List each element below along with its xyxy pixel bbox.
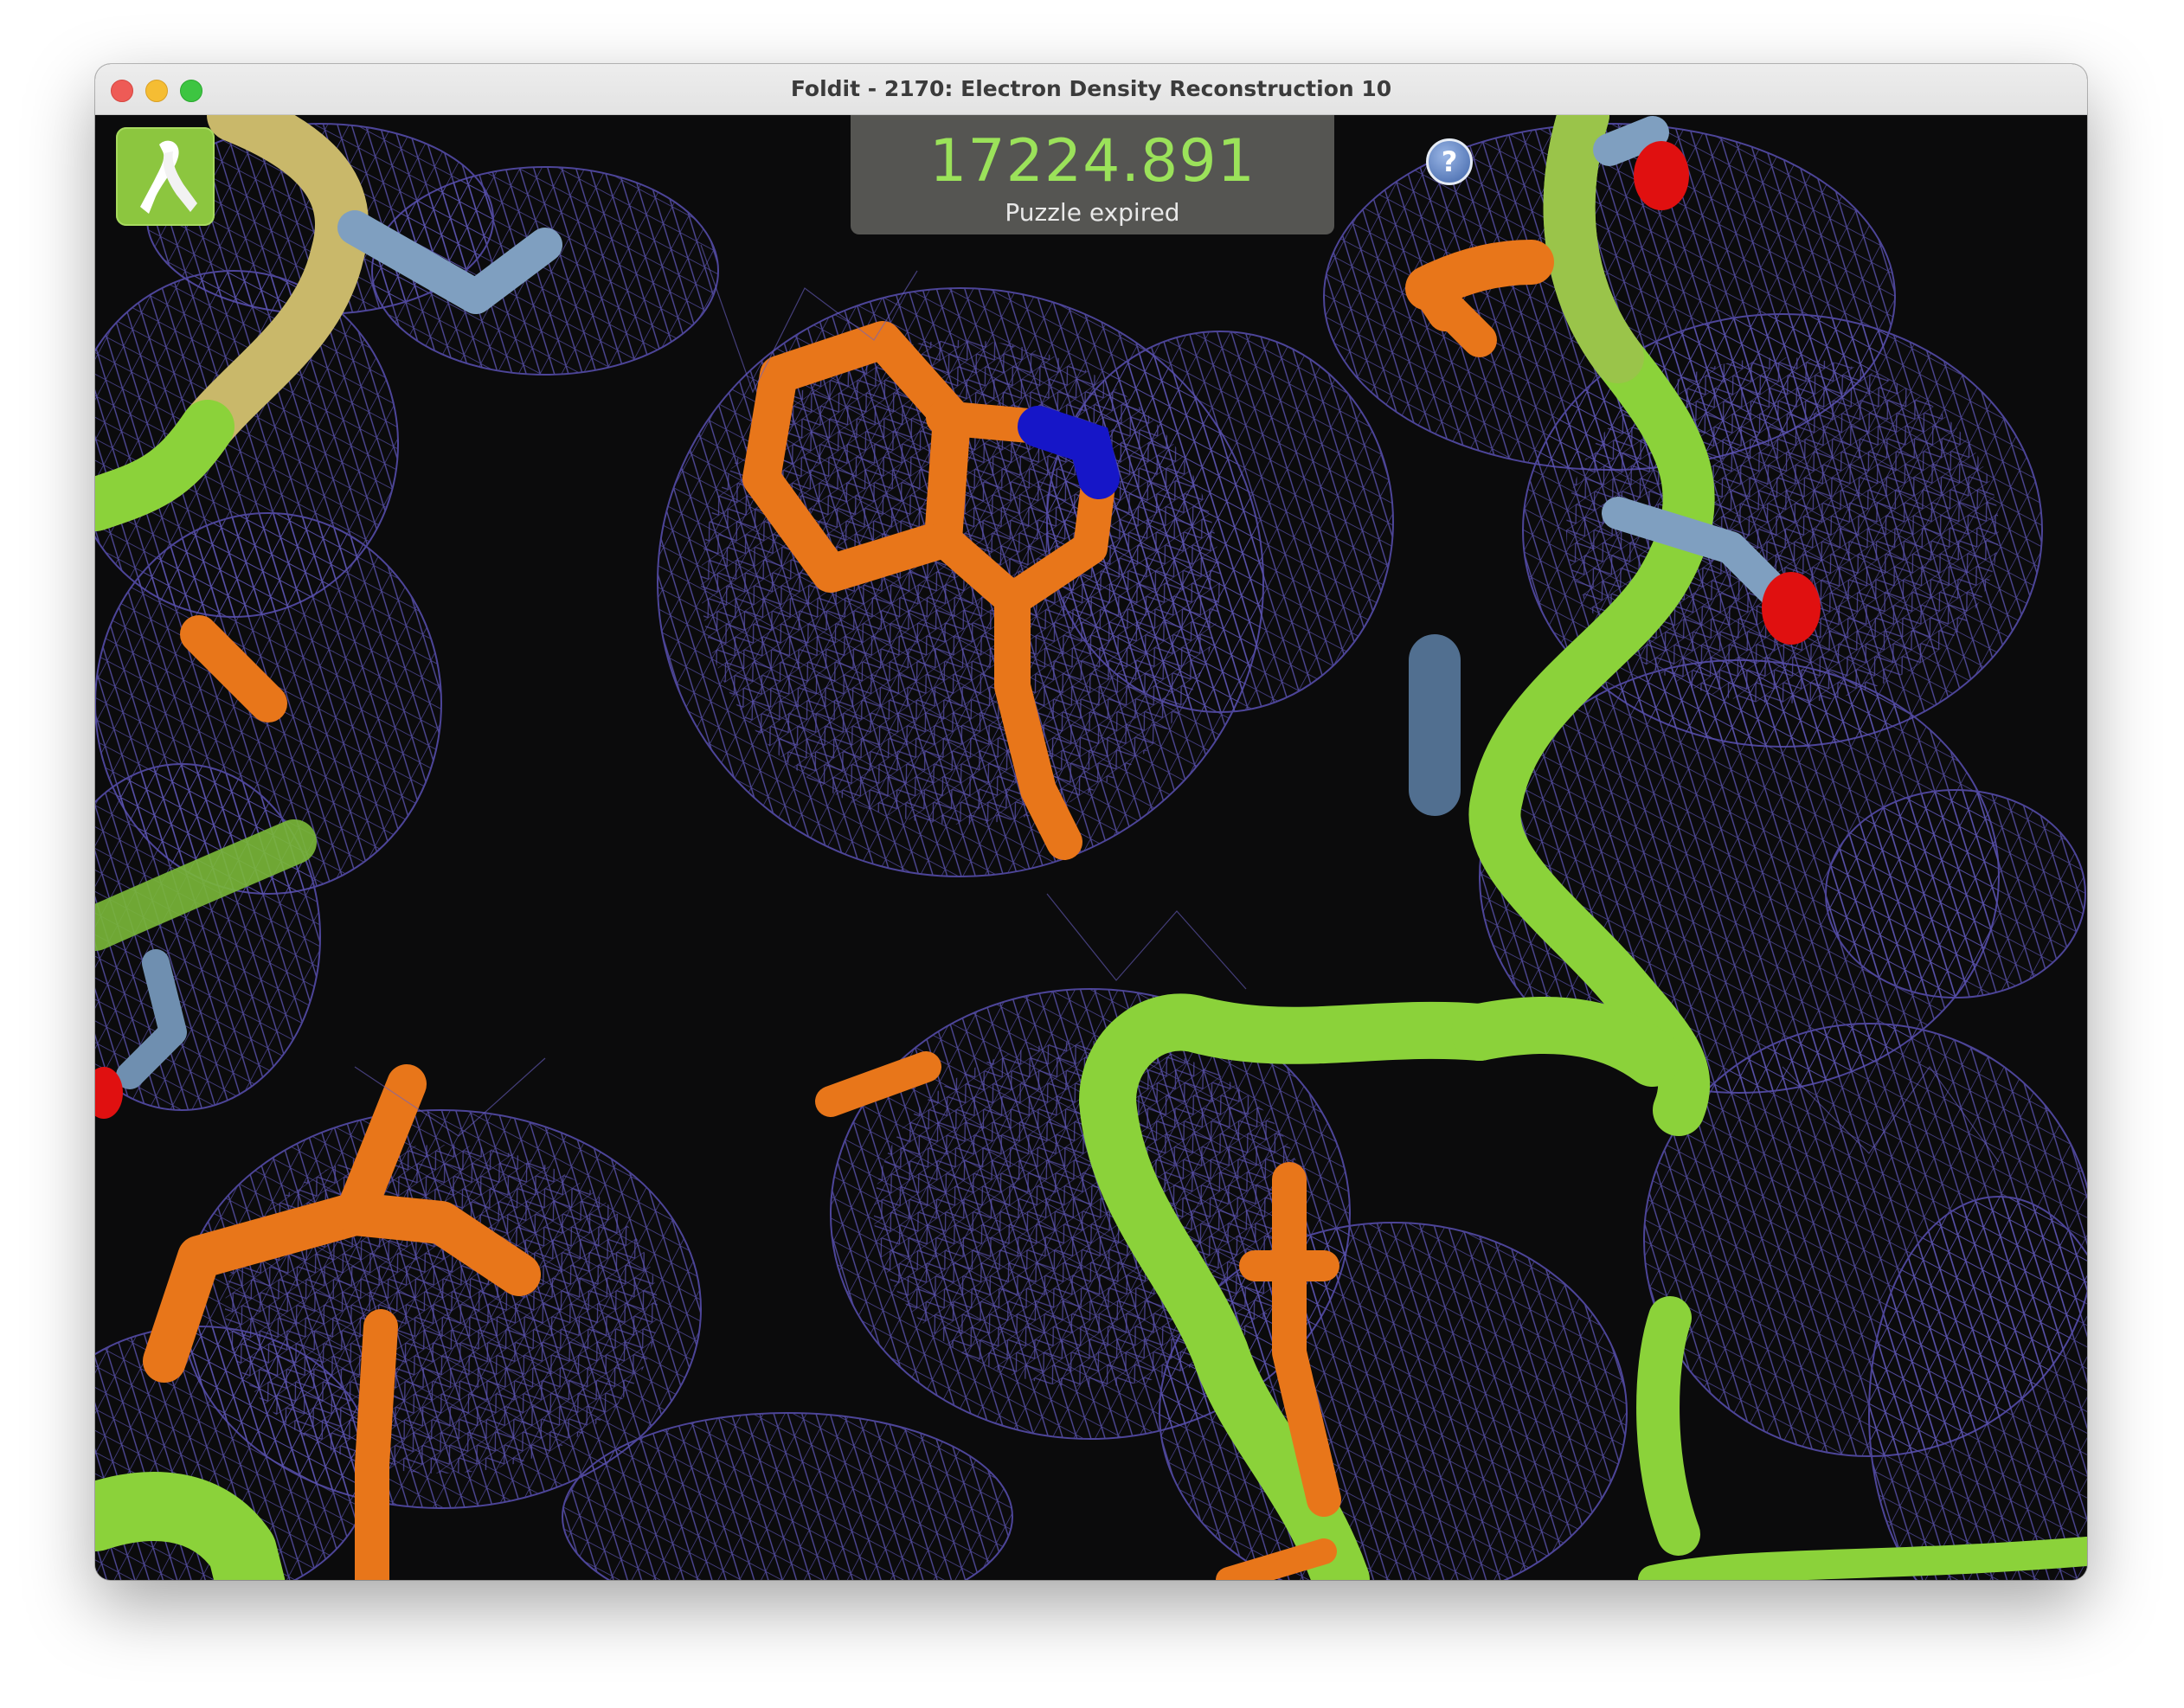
score-panel: 17224.891 Puzzle expired — [851, 115, 1334, 234]
protein-3d-viewport[interactable]: 17224.891 Puzzle expired ? — [95, 115, 2087, 1580]
puzzle-status: Puzzle expired — [1005, 198, 1180, 227]
help-question-icon[interactable]: ? — [1426, 138, 1473, 185]
foldit-ribbon-icon[interactable] — [116, 127, 215, 226]
foldit-window: Foldit - 2170: Electron Density Reconstr… — [95, 64, 2087, 1580]
molecule-scene[interactable] — [95, 115, 2087, 1580]
window-title: Foldit - 2170: Electron Density Reconstr… — [790, 76, 1392, 101]
title-bar: Foldit - 2170: Electron Density Reconstr… — [95, 64, 2087, 115]
score-value: 17224.891 — [929, 127, 1256, 196]
